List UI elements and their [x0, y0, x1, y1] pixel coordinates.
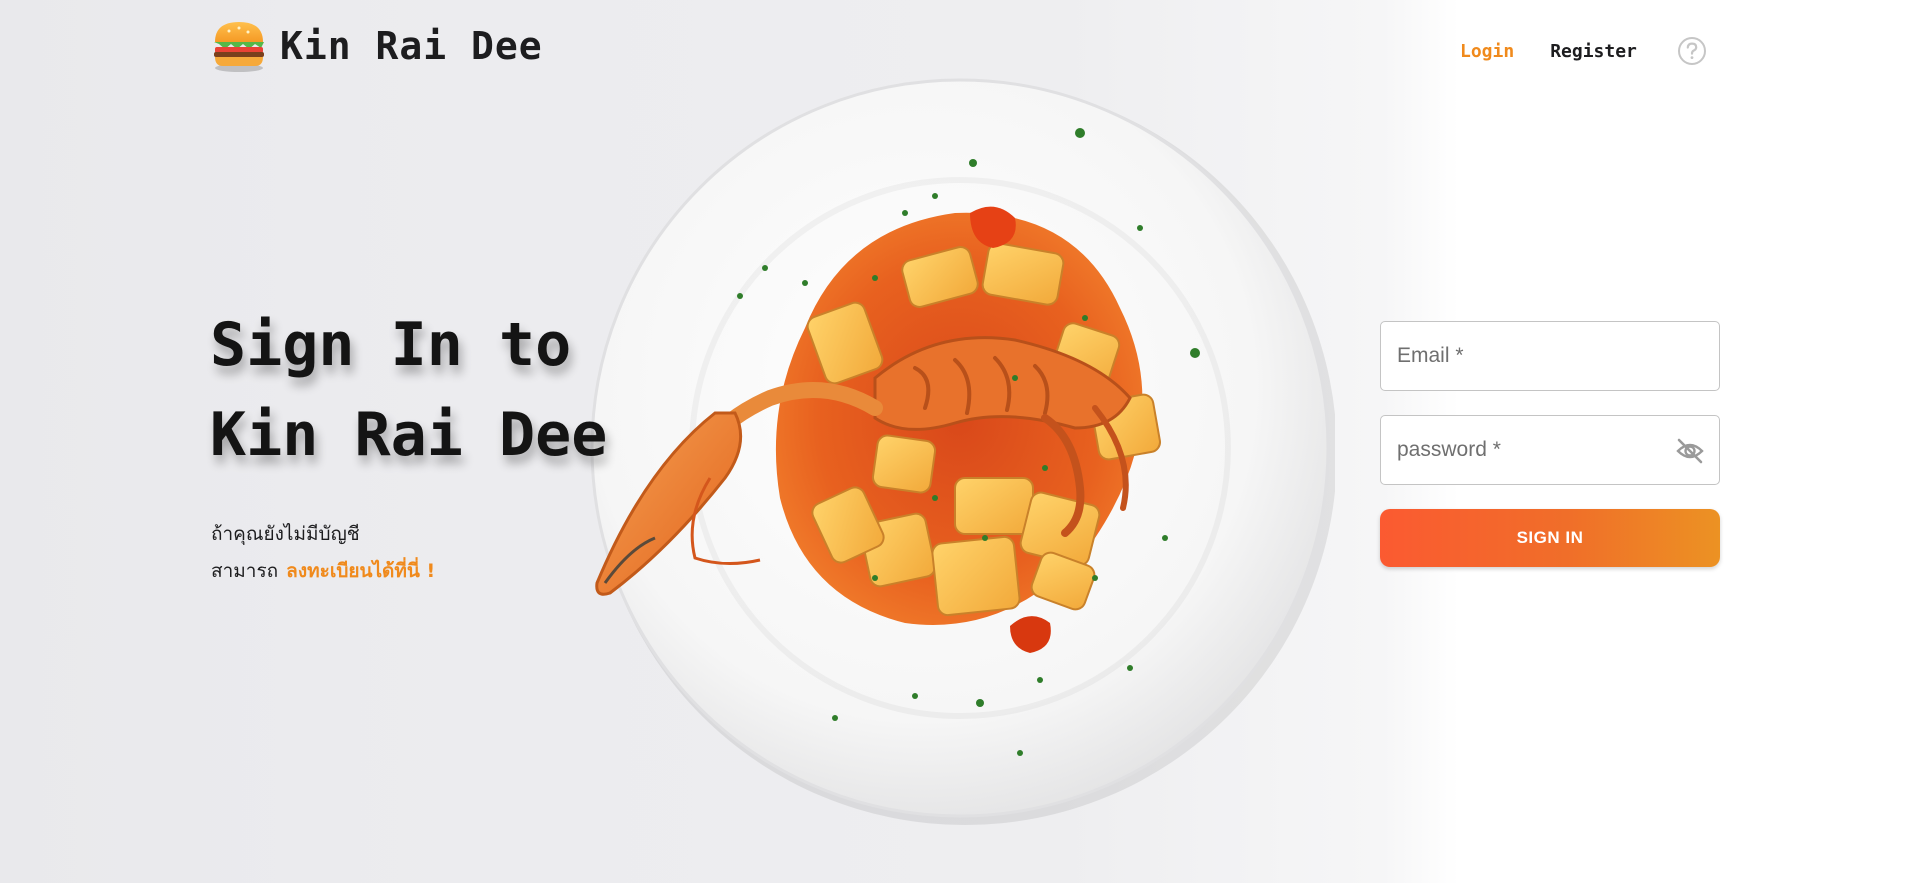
sign-in-button[interactable]: SIGN IN — [1380, 509, 1720, 567]
email-field[interactable] — [1381, 322, 1719, 390]
register-prompt: ถ้าคุณยังไม่มีบัญชี สามารถ ลงทะเบียนได้ที… — [211, 516, 435, 590]
page-title-line2: Kin Rai Dee — [210, 400, 608, 470]
password-field-wrapper — [1380, 415, 1720, 485]
email-field-wrapper — [1380, 321, 1720, 391]
top-nav: Login Register — [1460, 36, 1707, 66]
password-field[interactable] — [1381, 416, 1719, 484]
register-prompt-prefix: สามารถ — [211, 560, 279, 582]
pasta-plate-illustration — [590, 78, 1335, 825]
help-circle-icon[interactable] — [1677, 36, 1707, 66]
pasta-plate-image — [575, 78, 1335, 838]
eye-off-icon[interactable] — [1675, 437, 1705, 465]
brand-name: Kin Rai Dee — [280, 24, 543, 68]
burger-icon — [214, 22, 264, 72]
page-title: Sign In to Kin Rai Dee — [210, 300, 607, 480]
sign-in-form: SIGN IN — [1380, 321, 1720, 567]
register-prompt-line2: สามารถ ลงทะเบียนได้ที่นี่ ! — [211, 553, 435, 590]
nav-register-link[interactable]: Register — [1550, 41, 1637, 62]
register-here-link[interactable]: ลงทะเบียนได้ที่นี่ ! — [286, 560, 435, 582]
brand-logo[interactable]: Kin Rai Dee — [210, 18, 543, 74]
page-title-line1: Sign In to — [210, 310, 572, 380]
nav-login-link[interactable]: Login — [1460, 41, 1514, 62]
register-prompt-line1: ถ้าคุณยังไม่มีบัญชี — [211, 523, 360, 545]
